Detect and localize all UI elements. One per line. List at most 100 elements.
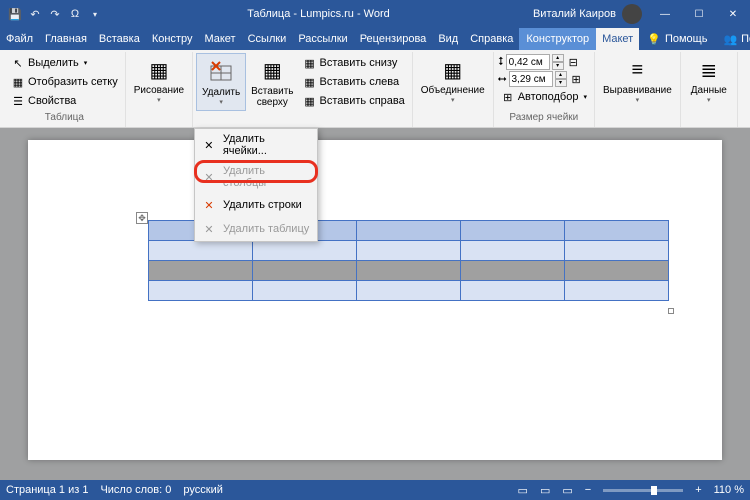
tab-mailings[interactable]: Рассылки: [292, 28, 353, 50]
user-name: Виталий Каиров: [533, 8, 616, 20]
lightbulb-icon: 💡: [647, 33, 661, 46]
distribute-cols-icon[interactable]: ⊞: [572, 73, 581, 86]
height-icon: ⭥: [498, 56, 504, 69]
delete-table-icon: [207, 58, 235, 86]
qat-more-icon[interactable]: ▾: [88, 7, 102, 21]
width-up[interactable]: ▴: [555, 71, 567, 79]
save-icon[interactable]: 💾: [8, 7, 22, 21]
tab-view[interactable]: Вид: [432, 28, 464, 50]
data-button[interactable]: ≣Данные▾: [685, 54, 733, 106]
tab-table-design[interactable]: Конструктор: [519, 28, 596, 50]
delete-table-item[interactable]: ✕Удалить таблицу: [195, 217, 317, 241]
tab-help[interactable]: Справка: [464, 28, 519, 50]
tab-layout[interactable]: Макет: [198, 28, 241, 50]
insert-below-icon: ▦: [303, 56, 317, 70]
row-height-field[interactable]: ⭥ ▴▾ ⊟: [498, 54, 590, 70]
window-controls: — ☐ ✕: [648, 0, 750, 28]
tab-file[interactable]: Файл: [0, 28, 39, 50]
height-input[interactable]: [506, 54, 550, 70]
view-print-icon[interactable]: ▭: [540, 484, 550, 497]
delete-columns-item[interactable]: ✕Удалить столбцы: [195, 161, 317, 193]
delete-rows-item[interactable]: ✕Удалить строки: [195, 193, 317, 217]
delete-table-icon: ✕: [201, 221, 217, 237]
delete-cells-item[interactable]: ✕Удалить ячейки...: [195, 129, 317, 161]
group-rows-cols: Удалить▾ ▦Вставить сверху ▦Вставить сниз…: [193, 52, 413, 127]
width-input[interactable]: [509, 71, 553, 87]
delete-columns-icon: ✕: [201, 169, 217, 185]
select-button[interactable]: ↖Выделить▾: [8, 54, 121, 72]
group-align: ≡Выравнивание▾: [595, 52, 681, 127]
close-button[interactable]: ✕: [716, 0, 750, 28]
help-button[interactable]: 💡Помощь: [639, 28, 715, 50]
delete-button[interactable]: Удалить▾: [197, 54, 245, 110]
insert-above-icon: ▦: [258, 57, 286, 85]
tab-references[interactable]: Ссылки: [242, 28, 293, 50]
table-resize-handle[interactable]: [668, 308, 674, 314]
undo-icon[interactable]: ↶: [28, 7, 42, 21]
tab-design[interactable]: Констру: [146, 28, 199, 50]
zoom-in-button[interactable]: +: [695, 484, 701, 496]
table-row: [149, 281, 669, 301]
insert-left-icon: ▦: [303, 75, 317, 89]
data-icon: ≣: [695, 56, 723, 84]
status-bar: Страница 1 из 1 Число слов: 0 русский ▭ …: [0, 480, 750, 500]
share-button[interactable]: 👥Поделиться: [715, 28, 750, 50]
tab-table-layout[interactable]: Макет: [596, 28, 639, 50]
zoom-level[interactable]: 110 %: [714, 484, 744, 496]
group-label-table: Таблица: [8, 112, 121, 125]
ribbon: ↖Выделить▾ ▦Отобразить сетку ☰Свойства Т…: [0, 50, 750, 128]
merge-icon: ▦: [439, 56, 467, 84]
grid-icon: ▦: [11, 75, 25, 89]
zoom-slider[interactable]: [603, 489, 683, 492]
properties-button[interactable]: ☰Свойства: [8, 92, 121, 110]
status-page[interactable]: Страница 1 из 1: [6, 484, 88, 496]
autofit-button[interactable]: ⊞Автоподбор▾: [498, 88, 590, 106]
gridlines-button[interactable]: ▦Отобразить сетку: [8, 73, 121, 91]
insert-below-button[interactable]: ▦Вставить снизу: [300, 54, 408, 72]
group-table: ↖Выделить▾ ▦Отобразить сетку ☰Свойства Т…: [4, 52, 126, 127]
window-title: Таблица - Lumpics.ru - Word: [110, 8, 527, 20]
redo-icon[interactable]: ↷: [48, 7, 62, 21]
group-data: ≣Данные▾: [681, 52, 738, 127]
minimize-button[interactable]: —: [648, 0, 682, 28]
delete-dropdown: ✕Удалить ячейки... ✕Удалить столбцы ✕Уда…: [194, 128, 318, 242]
align-button[interactable]: ≡Выравнивание▾: [599, 54, 676, 106]
group-merge: ▦Объединение▾: [413, 52, 494, 127]
zoom-thumb[interactable]: [651, 486, 657, 495]
share-icon: 👥: [723, 33, 737, 46]
document-canvas[interactable]: ✥: [0, 128, 750, 480]
title-bar: 💾 ↶ ↷ Ω ▾ Таблица - Lumpics.ru - Word Ви…: [0, 0, 750, 28]
tab-home[interactable]: Главная: [39, 28, 93, 50]
delete-rows-icon: ✕: [201, 197, 217, 213]
table-move-handle[interactable]: ✥: [136, 212, 148, 224]
table-draw-icon: ▦: [145, 56, 173, 84]
repeat-icon[interactable]: Ω: [68, 7, 82, 21]
user-account[interactable]: Виталий Каиров: [527, 4, 648, 24]
view-read-icon[interactable]: ▭: [518, 484, 528, 497]
insert-right-icon: ▦: [303, 94, 317, 108]
ribbon-tabs: Файл Главная Вставка Констру Макет Ссылк…: [0, 28, 750, 50]
tab-review[interactable]: Рецензирова: [354, 28, 433, 50]
distribute-rows-icon[interactable]: ⊟: [569, 56, 578, 69]
height-up[interactable]: ▴: [552, 54, 564, 62]
height-down[interactable]: ▾: [552, 62, 564, 70]
draw-button[interactable]: ▦Рисование▾: [130, 54, 188, 106]
insert-above-button[interactable]: ▦Вставить сверху: [247, 54, 297, 110]
insert-left-button[interactable]: ▦Вставить слева: [300, 73, 408, 91]
insert-right-button[interactable]: ▦Вставить справа: [300, 92, 408, 110]
zoom-out-button[interactable]: −: [585, 484, 591, 496]
group-draw: ▦Рисование▾: [126, 52, 193, 127]
maximize-button[interactable]: ☐: [682, 0, 716, 28]
group-label-size: Размер ячейки: [498, 112, 590, 125]
merge-button[interactable]: ▦Объединение▾: [417, 54, 489, 106]
tab-insert[interactable]: Вставка: [93, 28, 146, 50]
table-row-selected: [149, 261, 669, 281]
view-web-icon[interactable]: ▭: [562, 484, 572, 497]
autofit-icon: ⊞: [501, 90, 515, 104]
width-down[interactable]: ▾: [555, 79, 567, 87]
status-words[interactable]: Число слов: 0: [100, 484, 171, 496]
document-page[interactable]: ✥: [28, 140, 722, 460]
col-width-field[interactable]: ⭤▴▾⊞: [498, 71, 590, 87]
status-lang[interactable]: русский: [183, 484, 222, 496]
table-row: [149, 241, 669, 261]
